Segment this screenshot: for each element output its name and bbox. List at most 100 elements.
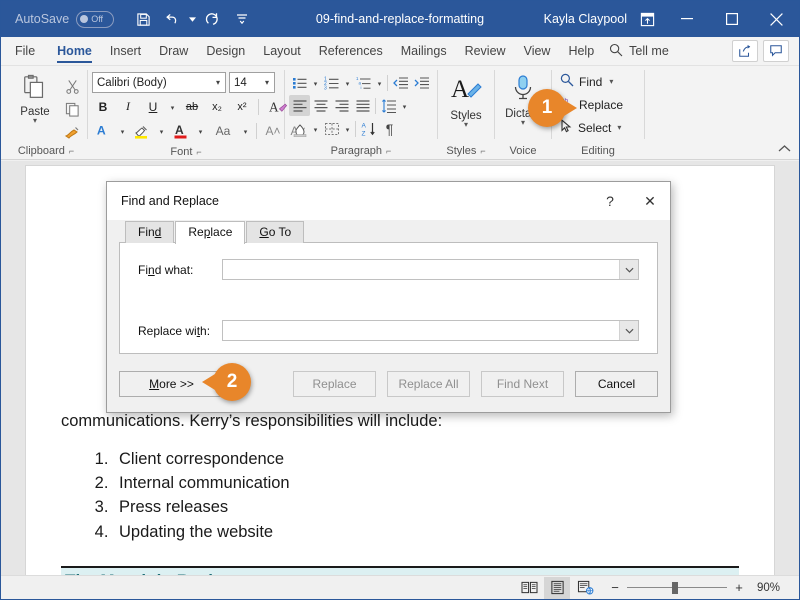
zoom-slider[interactable] [627,581,727,595]
numbering-icon[interactable]: 123 [321,72,342,93]
close-icon[interactable] [754,1,799,37]
underline-button[interactable]: U [142,96,164,117]
autosave-switch[interactable]: Off [76,10,115,28]
share-button[interactable] [732,40,758,62]
clipboard-dialog-launcher[interactable]: ⌐ [69,146,74,156]
save-icon[interactable] [130,6,156,32]
tell-me-box[interactable]: Tell me [609,37,669,65]
align-right-icon[interactable] [331,95,352,116]
format-painter-icon[interactable] [61,122,83,142]
bullets-dropdown-icon[interactable]: ▾ [310,72,321,93]
replace-with-input[interactable] [223,321,619,340]
find-dropdown-icon[interactable]: ▾ [609,77,613,85]
change-case-dropdown-icon[interactable]: ▾ [240,120,251,141]
font-name-combo[interactable]: Calibri (Body) ▾ [92,72,226,93]
tab-insert[interactable]: Insert [101,37,150,65]
tab-design[interactable]: Design [197,37,254,65]
strikethrough-button[interactable]: ab [181,96,203,117]
dialog-tab-replace[interactable]: Replace [175,221,246,244]
bold-button[interactable]: B [92,96,114,117]
shading-dropdown-icon[interactable]: ▾ [310,118,321,139]
grow-font-button[interactable]: A˄ [262,120,284,141]
dictate-dropdown-icon[interactable]: ▾ [521,119,525,127]
find-next-button[interactable]: Find Next [481,371,564,397]
text-border-icon[interactable]: A [92,120,114,141]
replace-button[interactable]: Replace [293,371,376,397]
tab-view[interactable]: View [515,37,560,65]
font-dialog-launcher[interactable]: ⌐ [196,147,201,157]
maximize-icon[interactable] [709,1,754,37]
zoom-control[interactable]: − + 90% [610,580,789,595]
tab-file[interactable]: File [1,37,48,65]
tab-references[interactable]: References [310,37,392,65]
undo-icon[interactable] [159,6,185,32]
find-and-replace-dialog[interactable]: Find and Replace ? ✕ Find Replace Go To … [106,181,671,413]
decrease-indent-icon[interactable] [390,72,411,93]
tab-review[interactable]: Review [456,37,515,65]
numbering-dropdown-icon[interactable]: ▾ [342,72,353,93]
show-formatting-marks-icon[interactable]: ¶ [379,118,400,139]
paste-button[interactable]: Paste ▾ [9,72,61,125]
bullets-icon[interactable] [289,72,310,93]
cut-icon[interactable] [61,76,83,96]
read-mode-icon[interactable] [516,577,542,599]
minimize-icon[interactable] [664,1,709,37]
change-case-button[interactable]: Aa [209,120,237,141]
font-size-combo[interactable]: 14 ▾ [229,72,275,93]
font-color-icon[interactable]: A [170,120,192,141]
ribbon-display-options-icon[interactable] [630,1,664,37]
text-border-dropdown-icon[interactable]: ▾ [117,120,128,141]
find-what-combo[interactable] [222,259,639,280]
styles-dialog-launcher[interactable]: ⌐ [480,146,485,156]
zoom-level-label[interactable]: 90% [757,582,789,594]
shading-icon[interactable] [289,118,310,139]
align-center-icon[interactable] [310,95,331,116]
replace-all-button[interactable]: Replace All [387,371,470,397]
print-layout-icon[interactable] [544,576,570,599]
styles-button[interactable]: A Styles ▾ [442,72,490,129]
chevron-down-icon[interactable]: ▾ [260,78,274,87]
sort-icon[interactable]: AZ [358,118,379,139]
help-icon[interactable]: ? [590,182,630,220]
paste-dropdown-icon[interactable]: ▾ [33,117,37,125]
autosave-toggle[interactable]: AutoSave Off [15,10,115,28]
customize-quick-access-toolbar-icon[interactable] [229,6,255,32]
comments-button[interactable] [763,40,789,62]
tab-home[interactable]: Home [48,37,101,65]
zoom-in-button[interactable]: + [734,580,744,595]
select-command[interactable]: Select ▾ [556,116,625,139]
user-account-name[interactable]: Kayla Claypool [544,12,627,26]
borders-icon[interactable] [321,118,342,139]
tab-draw[interactable]: Draw [150,37,197,65]
superscript-button[interactable]: x² [231,96,253,117]
undo-dropdown-icon[interactable] [188,6,197,32]
collapse-ribbon-icon[interactable] [778,144,791,156]
text-highlight-color-icon[interactable] [131,120,153,141]
highlight-dropdown-icon[interactable]: ▾ [156,120,167,141]
select-dropdown-icon[interactable]: ▾ [617,123,621,131]
copy-icon[interactable] [61,99,83,119]
chevron-down-icon[interactable] [619,321,638,340]
find-what-input[interactable] [223,260,619,279]
tab-help[interactable]: Help [559,37,603,65]
multilevel-dropdown-icon[interactable]: ▾ [374,72,385,93]
chevron-down-icon[interactable] [619,260,638,279]
chevron-down-icon[interactable]: ▾ [211,78,225,87]
align-left-icon[interactable] [289,95,310,116]
styles-dropdown-icon[interactable]: ▾ [464,121,468,129]
multilevel-list-icon[interactable]: 1ai [353,72,374,93]
underline-dropdown-icon[interactable]: ▾ [167,96,178,117]
cancel-button[interactable]: Cancel [575,371,658,397]
line-spacing-icon[interactable] [378,95,399,116]
zoom-out-button[interactable]: − [610,580,620,595]
tab-layout[interactable]: Layout [254,37,310,65]
line-spacing-dropdown-icon[interactable]: ▾ [399,95,410,116]
close-icon[interactable]: ✕ [630,182,670,220]
italic-button[interactable]: I [117,96,139,117]
dialog-tab-find[interactable]: Find [125,221,175,243]
find-command[interactable]: Find ▾ [556,70,617,93]
justify-icon[interactable] [352,95,373,116]
subscript-button[interactable]: x₂ [206,96,228,117]
dialog-tab-goto[interactable]: Go To [246,221,305,243]
increase-indent-icon[interactable] [411,72,432,93]
